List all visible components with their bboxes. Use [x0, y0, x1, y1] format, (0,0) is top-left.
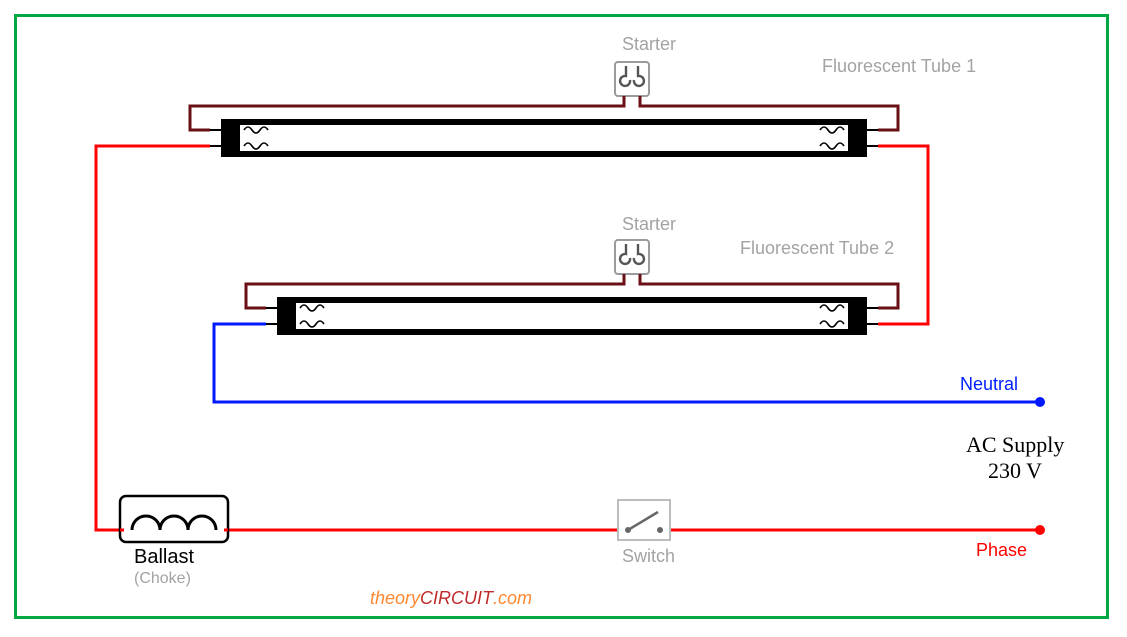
- ballast-label: Ballast: [134, 546, 194, 569]
- tube-1-label: Fluorescent Tube 1: [822, 56, 976, 77]
- fluorescent-tube-1: [210, 120, 878, 156]
- neutral-label: Neutral: [960, 374, 1018, 395]
- ac-supply-label-2: 230 V: [988, 458, 1042, 484]
- watermark-c: .com: [493, 588, 532, 608]
- starter-1-icon: [615, 62, 649, 96]
- starter-2-icon: [615, 240, 649, 274]
- choke-label: (Choke): [134, 570, 191, 588]
- phase-terminal-icon: [1035, 525, 1045, 535]
- starter-1-label: Starter: [622, 34, 676, 55]
- neutral-wiring: [214, 324, 1040, 402]
- watermark-b: CIRCUIT: [420, 588, 493, 608]
- tube-2-label: Fluorescent Tube 2: [740, 238, 894, 259]
- watermark: theoryCIRCUIT.com: [370, 588, 532, 609]
- neutral-terminal-icon: [1035, 397, 1045, 407]
- starter-2-label: Starter: [622, 214, 676, 235]
- switch-label: Switch: [622, 546, 675, 567]
- phase-label: Phase: [976, 540, 1027, 561]
- ac-supply-label-1: AC Supply: [966, 432, 1064, 458]
- fluorescent-tube-2: [266, 298, 878, 334]
- canvas: Starter Fluorescent Tube 1 Starter Fluor…: [0, 0, 1127, 637]
- switch-icon: [618, 500, 670, 540]
- phase-wiring: [96, 146, 1040, 530]
- ballast-icon: [120, 496, 228, 542]
- circuit-svg: [0, 0, 1127, 637]
- watermark-a: theory: [370, 588, 420, 608]
